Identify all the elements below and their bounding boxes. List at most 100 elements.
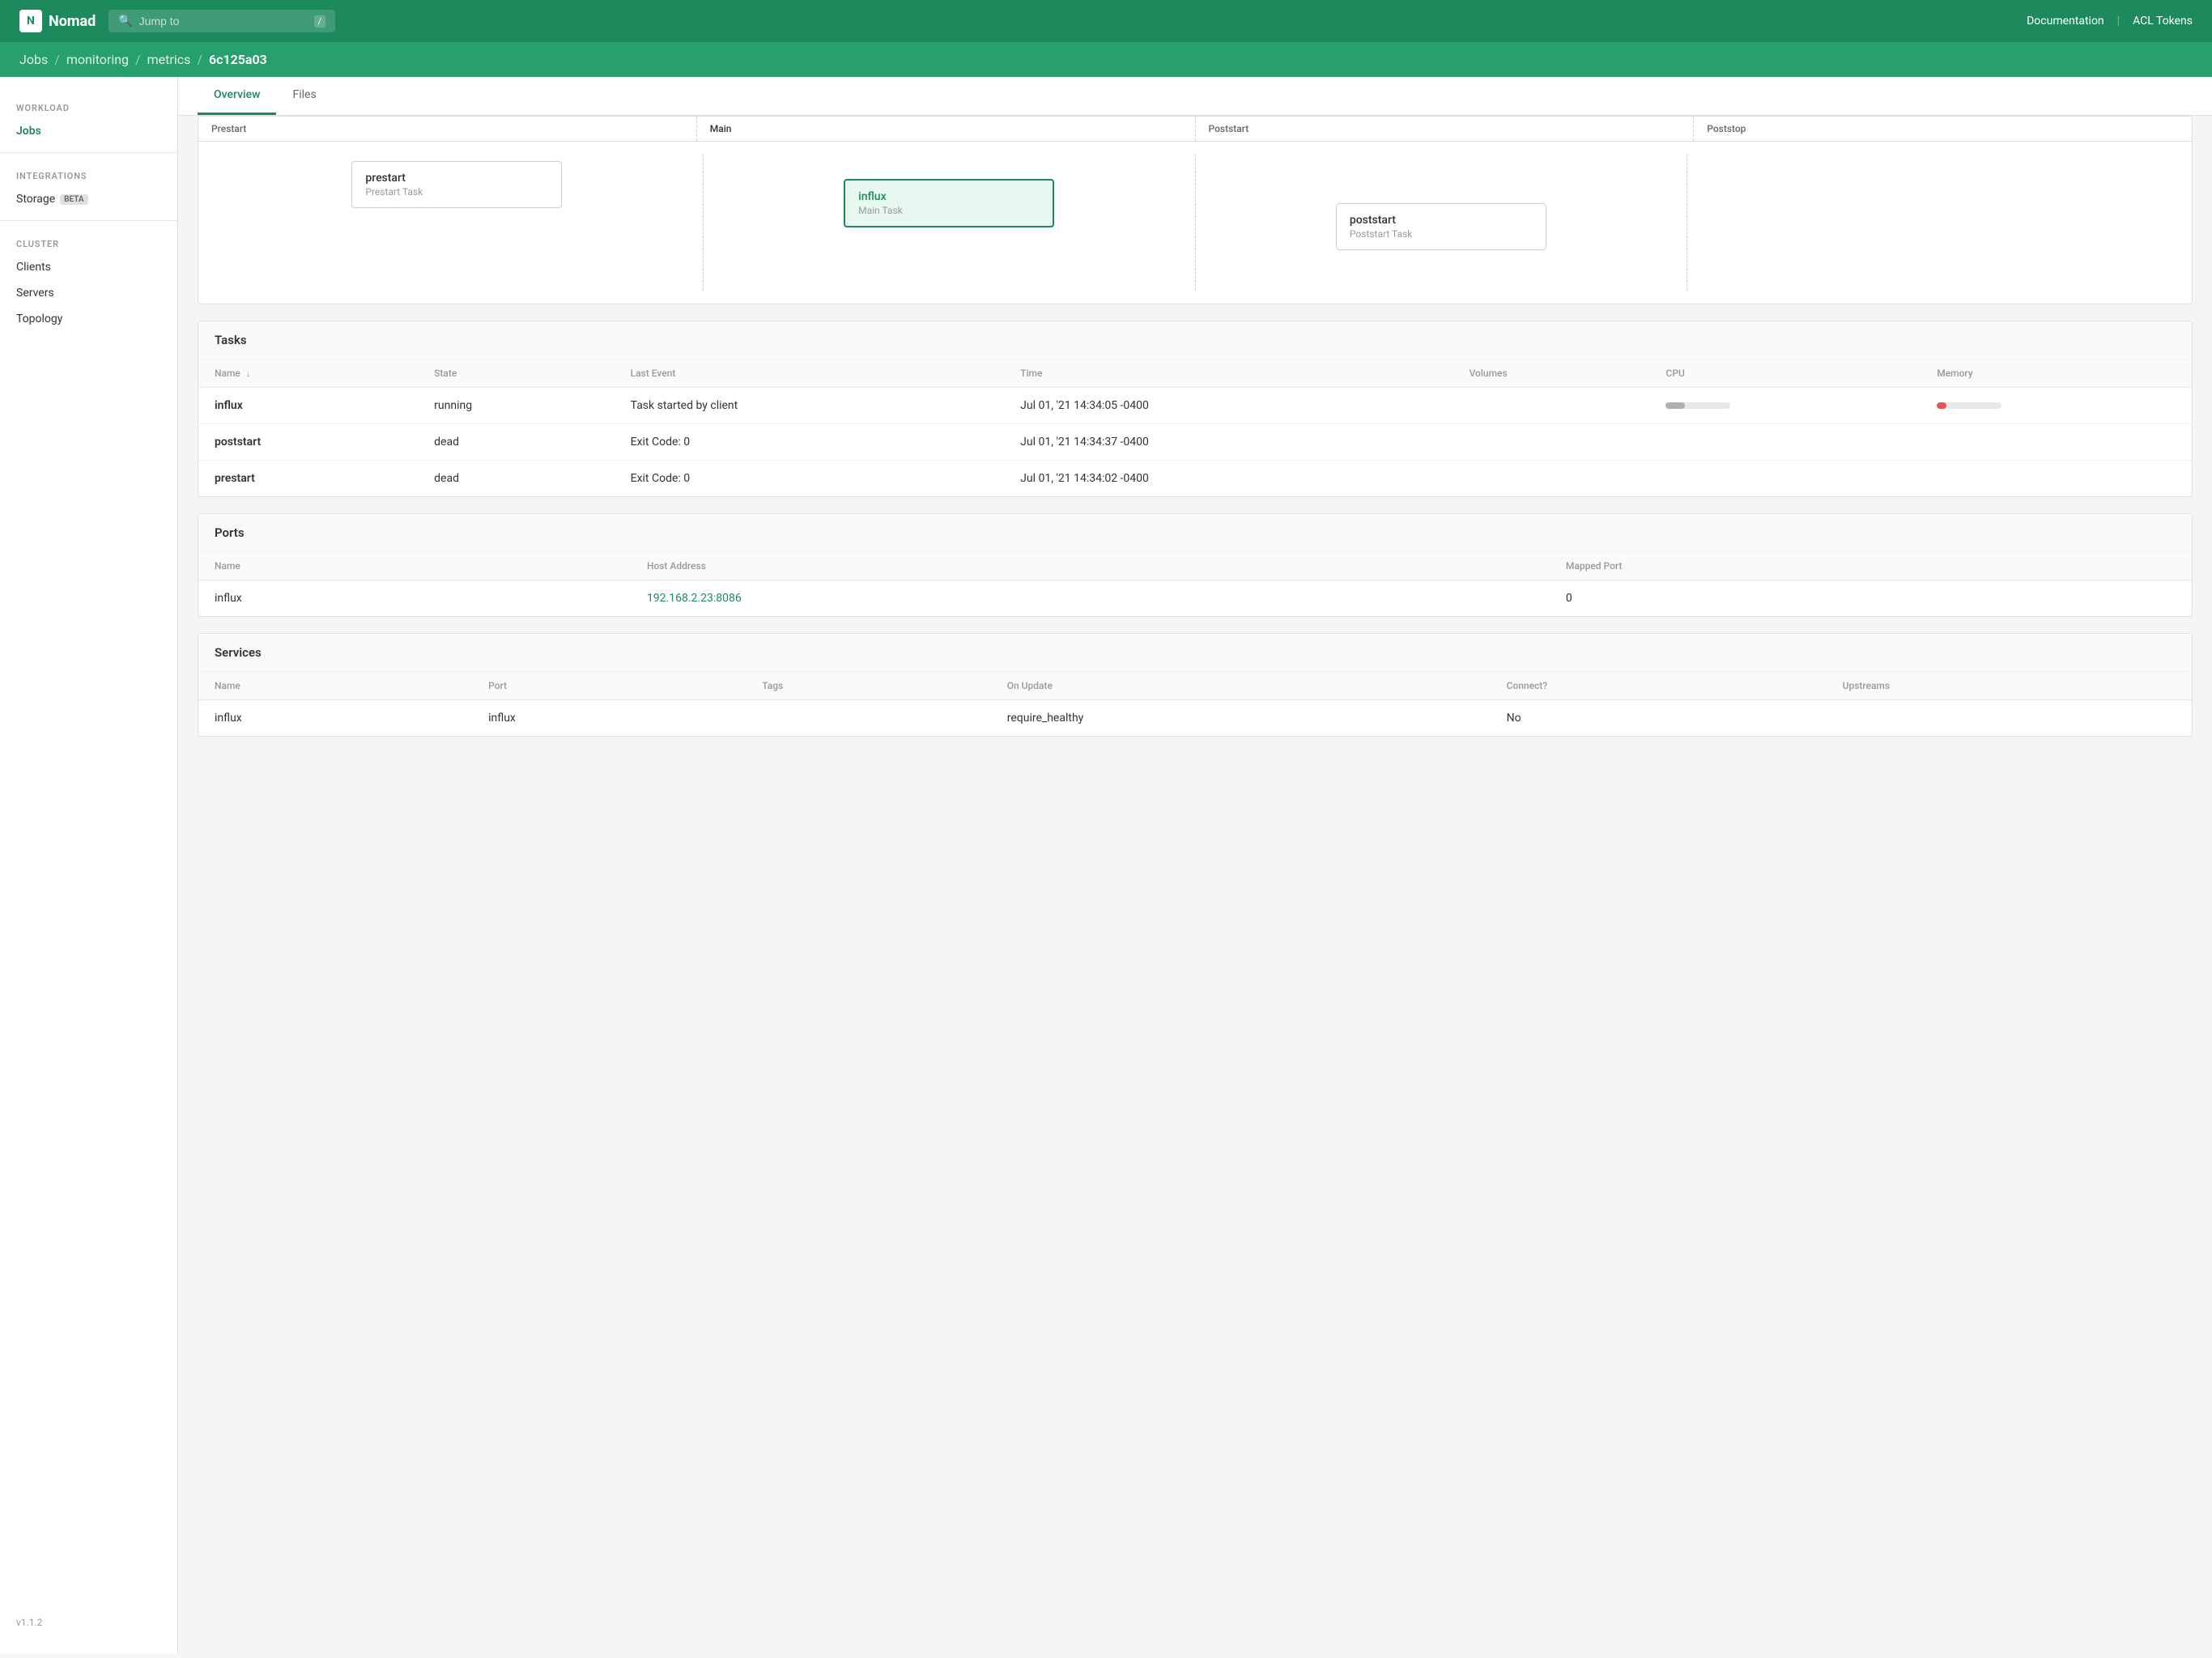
search-bar[interactable]: 🔍 / xyxy=(108,10,335,32)
sidebar-content: WORKLOAD Jobs INTEGRATIONS Storage BETA … xyxy=(0,93,177,332)
th-task-event: Last Event xyxy=(615,359,1005,388)
th-svc-connect: Connect? xyxy=(1491,672,1827,700)
tasks-table: Name ↓ State Last Event Time Volumes CPU… xyxy=(198,359,2192,496)
th-task-state: State xyxy=(418,359,614,388)
svc-port: influx xyxy=(472,700,746,737)
svc-upstreams xyxy=(1827,700,2192,737)
th-svc-port: Port xyxy=(472,672,746,700)
sidebar-item-topology[interactable]: Topology xyxy=(0,306,177,332)
task-time-poststart: Jul 01, '21 14:34:37 -0400 xyxy=(1004,424,1453,461)
search-icon: 🔍 xyxy=(118,15,132,28)
tasks-section: Tasks Name ↓ State Last Event Time Volum… xyxy=(198,321,2193,497)
sidebar-item-jobs[interactable]: Jobs xyxy=(0,118,177,144)
task-box-prestart[interactable]: prestart Prestart Task xyxy=(351,161,562,208)
services-header-row: Name Port Tags On Update Connect? Upstre… xyxy=(198,672,2192,700)
sidebar-item-servers[interactable]: Servers xyxy=(0,280,177,306)
logo-text: Nomad xyxy=(49,13,96,30)
main-content: Overview Files Prestart Main Poststart xyxy=(178,77,2212,1654)
task-name-influx: influx xyxy=(198,388,418,424)
ports-title: Ports xyxy=(198,514,2192,552)
lc-col-prestart: Prestart xyxy=(198,117,697,141)
svc-tags xyxy=(746,700,991,737)
breadcrumb-monitoring[interactable]: monitoring xyxy=(66,52,129,67)
task-box-influx[interactable]: influx Main Task xyxy=(844,179,1054,227)
tab-files[interactable]: Files xyxy=(276,77,332,115)
task-box-poststart[interactable]: poststart Poststart Task xyxy=(1336,203,1546,250)
sidebar: WORKLOAD Jobs INTEGRATIONS Storage BETA … xyxy=(0,77,178,1654)
search-shortcut: / xyxy=(314,15,326,28)
task-memory-prestart xyxy=(1921,461,2192,497)
port-mapped: 0 xyxy=(1550,580,2192,617)
th-svc-name: Name xyxy=(198,672,472,700)
search-input[interactable] xyxy=(139,15,308,28)
lc-body-poststop xyxy=(1687,155,2179,291)
sidebar-divider-2 xyxy=(0,220,177,221)
logo-icon: N xyxy=(19,10,42,32)
task-volumes-prestart xyxy=(1453,461,1650,497)
port-host-address: 192.168.2.23:8086 xyxy=(631,580,1550,617)
breadcrumb: Jobs / monitoring / metrics / 6c125a03 xyxy=(0,42,2212,77)
lifecycle-header: Prestart Main Poststart Poststop xyxy=(198,117,2192,142)
mem-bar xyxy=(1937,402,2001,409)
task-time-influx: Jul 01, '21 14:34:05 -0400 xyxy=(1004,388,1453,424)
lc-col-poststop: Poststop xyxy=(1694,117,2192,141)
cpu-bar xyxy=(1665,402,1730,409)
services-section: Services Name Port Tags On Update Connec… xyxy=(198,633,2193,737)
task-name-prestart: prestart xyxy=(198,461,418,497)
task-cpu-poststart xyxy=(1649,424,1921,461)
sidebar-item-storage[interactable]: Storage BETA xyxy=(0,186,177,212)
sidebar-item-clients[interactable]: Clients xyxy=(0,254,177,280)
cluster-label: CLUSTER xyxy=(0,229,177,254)
host-address-link[interactable]: 192.168.2.23:8086 xyxy=(647,592,742,605)
mem-bar-fill xyxy=(1937,402,1946,409)
acl-tokens-link[interactable]: ACL Tokens xyxy=(2133,15,2193,28)
svc-name: influx xyxy=(198,700,472,737)
tab-overview[interactable]: Overview xyxy=(198,77,276,115)
breadcrumb-sep-1: / xyxy=(54,52,60,67)
task-cpu-influx xyxy=(1649,388,1921,424)
top-nav: N Nomad 🔍 / Documentation | ACL Tokens xyxy=(0,0,2212,42)
task-event-influx: Task started by client xyxy=(615,388,1005,424)
task-event-prestart: Exit Code: 0 xyxy=(615,461,1005,497)
lc-body-main: influx Main Task xyxy=(704,155,1196,291)
workload-label: WORKLOAD xyxy=(0,93,177,118)
svc-on-update: require_healthy xyxy=(991,700,1491,737)
lc-col-main: Main xyxy=(697,117,1196,141)
th-task-name: Name ↓ xyxy=(198,359,418,388)
lifecycle-body: prestart Prestart Task influx Main Task xyxy=(198,142,2192,304)
task-cpu-prestart xyxy=(1649,461,1921,497)
th-task-memory: Memory xyxy=(1921,359,2192,388)
nav-right: Documentation | ACL Tokens xyxy=(2027,15,2193,28)
task-state-prestart: dead xyxy=(418,461,614,497)
task-volumes-poststart xyxy=(1453,424,1650,461)
service-row-influx: influx influx require_healthy No xyxy=(198,700,2192,737)
sidebar-section-integrations: INTEGRATIONS Storage BETA xyxy=(0,161,177,212)
sidebar-section-workload: WORKLOAD Jobs xyxy=(0,93,177,144)
task-memory-influx xyxy=(1921,388,2192,424)
lc-col-poststart: Poststart xyxy=(1196,117,1695,141)
task-row-influx[interactable]: influx running Task started by client Ju… xyxy=(198,388,2192,424)
breadcrumb-jobs[interactable]: Jobs xyxy=(19,52,48,67)
documentation-link[interactable]: Documentation xyxy=(2027,15,2104,28)
breadcrumb-current: 6c125a03 xyxy=(209,52,267,67)
th-svc-on-update: On Update xyxy=(991,672,1491,700)
task-state-influx: running xyxy=(418,388,614,424)
tabs-bar: Overview Files xyxy=(178,77,2212,116)
lc-body-poststart: poststart Poststart Task xyxy=(1196,155,1688,291)
task-row-poststart[interactable]: poststart dead Exit Code: 0 Jul 01, '21 … xyxy=(198,424,2192,461)
task-row-prestart[interactable]: prestart dead Exit Code: 0 Jul 01, '21 1… xyxy=(198,461,2192,497)
lifecycle-diagram: Prestart Main Poststart Poststop xyxy=(198,116,2193,304)
content-area: Prestart Main Poststart Poststop xyxy=(178,116,2212,772)
th-port-name: Name xyxy=(198,552,631,580)
app-body: WORKLOAD Jobs INTEGRATIONS Storage BETA … xyxy=(0,77,2212,1654)
cpu-bar-fill xyxy=(1665,402,1685,409)
task-time-prestart: Jul 01, '21 14:34:02 -0400 xyxy=(1004,461,1453,497)
logo[interactable]: N Nomad xyxy=(19,10,96,32)
breadcrumb-metrics[interactable]: metrics xyxy=(147,52,191,67)
sidebar-version: v1.1.2 xyxy=(0,1607,177,1638)
nav-divider: | xyxy=(2117,15,2120,28)
th-task-volumes: Volumes xyxy=(1453,359,1650,388)
sidebar-section-cluster: CLUSTER Clients Servers Topology xyxy=(0,229,177,332)
th-svc-tags: Tags xyxy=(746,672,991,700)
task-volumes-influx xyxy=(1453,388,1650,424)
